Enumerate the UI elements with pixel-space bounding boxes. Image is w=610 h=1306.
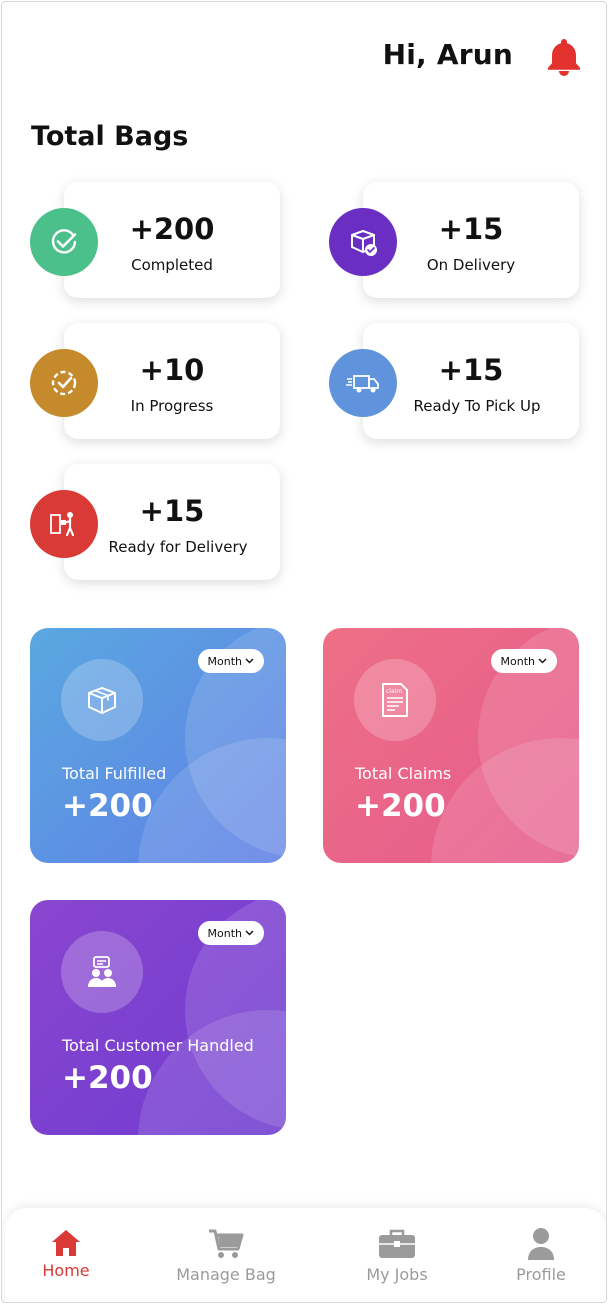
card-title: Total Fulfilled — [62, 764, 167, 783]
stat-in-progress[interactable]: +10 In Progress — [30, 323, 282, 441]
stat-ready-for-delivery[interactable]: +15 Ready for Delivery — [30, 464, 282, 582]
user-icon — [528, 1228, 554, 1260]
stat-on-delivery[interactable]: +15 On Delivery — [329, 182, 581, 300]
bottom-nav: Home Manage Bag My Jobs Profile — [5, 1208, 606, 1302]
stat-ready-to-pick-up[interactable]: +15 Ready To Pick Up — [329, 323, 581, 441]
stat-label: On Delivery — [426, 256, 516, 274]
card-total-claims[interactable]: Month claim Total Claims +200 — [323, 628, 579, 863]
chevron-down-icon — [538, 658, 547, 664]
stat-label: Ready for Delivery — [108, 538, 248, 556]
customers-chat-icon — [61, 931, 143, 1013]
box-icon — [61, 659, 143, 741]
card-total-customer-handled[interactable]: Month Total Customer Handled +200 — [30, 900, 286, 1135]
nav-label: Manage Bag — [176, 1265, 276, 1284]
greeting-text: Hi, Arun — [382, 38, 513, 71]
nav-label: Profile — [516, 1265, 566, 1284]
section-title: Total Bags — [31, 121, 189, 152]
bell-icon[interactable] — [542, 34, 586, 78]
nav-my-jobs[interactable]: My Jobs — [322, 1208, 472, 1302]
period-label: Month — [207, 654, 242, 668]
period-label: Month — [500, 654, 535, 668]
stat-label: In Progress — [130, 397, 214, 415]
stat-label: Ready To Pick Up — [413, 397, 541, 415]
chevron-down-icon — [245, 658, 254, 664]
stat-label: Completed — [131, 256, 213, 274]
claim-document-icon: claim — [354, 659, 436, 741]
app-screen: Hi, Arun Total Bags +200 Completed +15 O… — [1, 1, 607, 1303]
card-title: Total Claims — [355, 764, 452, 783]
decor-circle — [138, 738, 286, 863]
card-value: +200 — [62, 788, 153, 824]
period-dropdown[interactable]: Month — [490, 649, 557, 673]
briefcase-icon — [379, 1229, 415, 1258]
chevron-down-icon — [245, 930, 254, 936]
card-title: Total Customer Handled — [62, 1036, 254, 1055]
decor-circle — [138, 1010, 286, 1135]
stat-value: +15 — [438, 353, 504, 387]
period-dropdown[interactable]: Month — [197, 649, 264, 673]
stat-value: +15 — [139, 494, 205, 528]
stat-value: +15 — [438, 212, 504, 246]
stat-completed[interactable]: +200 Completed — [30, 182, 282, 300]
nav-label: Home — [42, 1261, 90, 1280]
card-total-fulfilled[interactable]: Month Total Fulfilled +200 — [30, 628, 286, 863]
cart-icon — [209, 1229, 244, 1258]
period-label: Month — [207, 926, 242, 940]
stat-value: +200 — [129, 212, 215, 246]
claim-icon-text: claim — [386, 688, 402, 695]
home-icon — [52, 1230, 80, 1256]
nav-label: My Jobs — [366, 1265, 428, 1284]
stat-value: +10 — [139, 353, 205, 387]
card-value: +200 — [62, 1060, 153, 1096]
nav-manage-bag[interactable]: Manage Bag — [151, 1208, 301, 1302]
nav-home[interactable]: Home — [2, 1208, 141, 1302]
nav-profile[interactable]: Profile — [466, 1208, 606, 1302]
period-dropdown[interactable]: Month — [197, 921, 264, 945]
card-value: +200 — [355, 788, 446, 824]
decor-circle — [431, 738, 579, 863]
